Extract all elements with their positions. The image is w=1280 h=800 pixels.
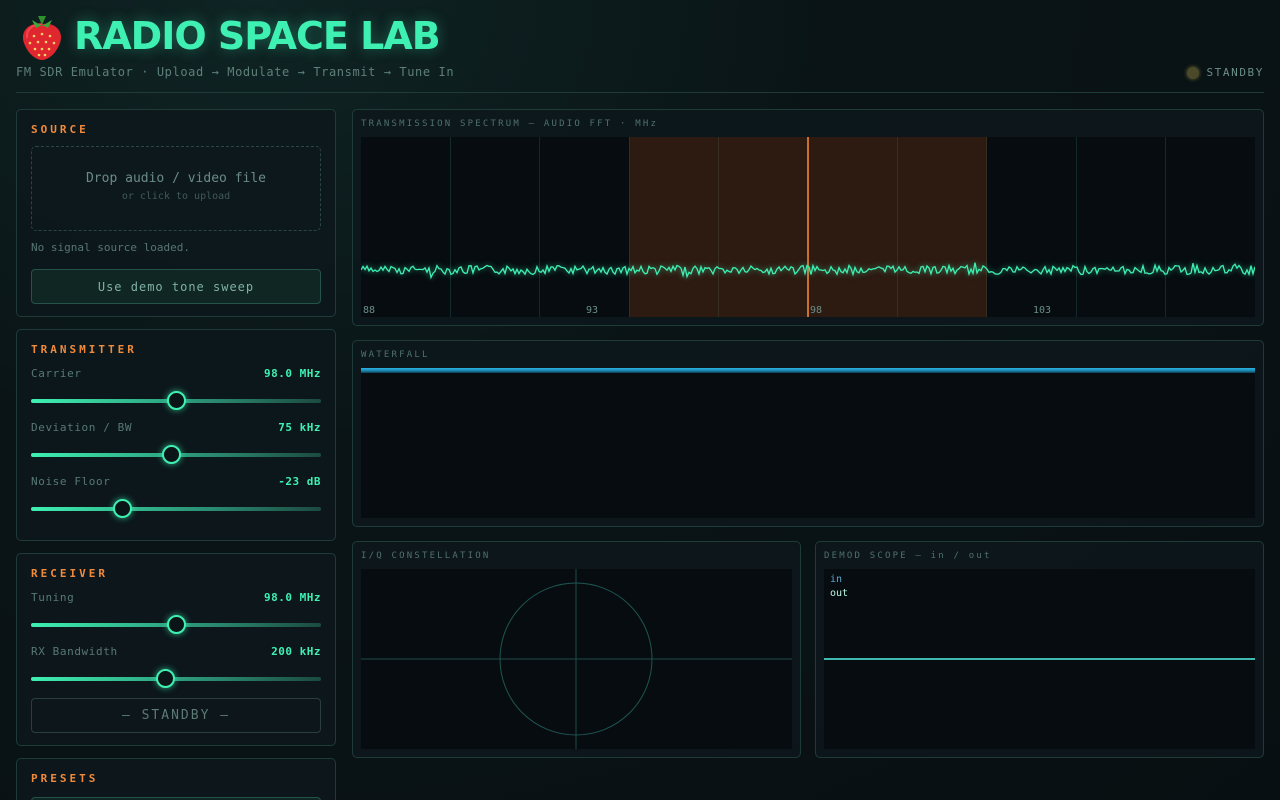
- waterfall-display[interactable]: [361, 368, 1255, 518]
- freq-tick-103: 103: [1033, 305, 1052, 316]
- scope-legend-out: out: [830, 588, 849, 599]
- scope-title: DEMOD SCOPE — in / out: [824, 551, 992, 561]
- scope-legend-in: in: [830, 574, 843, 585]
- deviation-slider[interactable]: [31, 445, 321, 464]
- status-indicator: STANDBY: [1187, 66, 1264, 79]
- waterfall-title: WATERFALL: [361, 350, 430, 360]
- receiver-title: RECEIVER: [31, 567, 108, 580]
- demo-tone-button[interactable]: Use demo tone sweep: [31, 269, 321, 304]
- rx-bandwidth-label: RX Bandwidth: [31, 645, 118, 658]
- rx-bandwidth-slider[interactable]: [31, 669, 321, 688]
- deviation-slider-thumb[interactable]: [162, 445, 182, 464]
- scope-panel: DEMOD SCOPE — in / out in out: [815, 541, 1264, 758]
- dropzone-sub-text: or click to upload: [121, 191, 231, 202]
- scope-trace: [824, 658, 1255, 660]
- constellation-plot: [361, 569, 792, 749]
- constellation-display: [361, 569, 792, 749]
- standby-button[interactable]: — STANDBY —: [31, 698, 321, 733]
- deviation-label: Deviation / BW: [31, 421, 133, 434]
- tuning-slider-thumb[interactable]: [167, 615, 186, 634]
- transmitter-panel: TRANSMITTER Carrier 98.0 MHz Deviation /…: [16, 329, 336, 541]
- source-title: SOURCE: [31, 123, 89, 136]
- freq-tick-88: 88: [363, 305, 376, 316]
- waterfall-current-line: [361, 368, 1255, 373]
- source-status-text: No signal source loaded.: [31, 241, 190, 254]
- noise-floor-slider-thumb[interactable]: [113, 499, 133, 518]
- transmitter-title: TRANSMITTER: [31, 343, 137, 356]
- presets-panel: PRESETS: [16, 758, 336, 800]
- noise-floor-label: Noise Floor: [31, 475, 111, 488]
- receiver-panel: RECEIVER Tuning 98.0 MHz RX Bandwidth 20…: [16, 553, 336, 746]
- freq-tick-98: 98: [810, 305, 823, 316]
- spectrum-title: TRANSMISSION SPECTRUM — AUDIO FFT · MHz: [361, 119, 659, 129]
- app-header: RADIO SPACE LAB FM SDR Emulator · Upload…: [16, 0, 1264, 93]
- noise-floor-slider[interactable]: [31, 499, 321, 518]
- rx-bandwidth-value: 200 kHz: [271, 645, 321, 658]
- status-dot-icon: [1187, 66, 1200, 79]
- presets-title: PRESETS: [31, 772, 99, 785]
- tuning-label: Tuning: [31, 591, 75, 604]
- strawberry-icon: [22, 16, 62, 60]
- app-subtitle: FM SDR Emulator · Upload → Modulate → Tr…: [16, 65, 455, 79]
- spectrum-noise-line: [361, 262, 1255, 280]
- status-text: STANDBY: [1206, 66, 1264, 79]
- noise-floor-value: -23 dB: [278, 475, 321, 488]
- file-dropzone[interactable]: Drop audio / video file or click to uplo…: [31, 146, 321, 231]
- spectrum-trace: [361, 262, 1255, 280]
- scope-display: in out: [824, 569, 1255, 749]
- deviation-value: 75 kHz: [278, 421, 321, 434]
- app-title: RADIO SPACE LAB: [74, 14, 441, 58]
- source-panel: SOURCE Drop audio / video file or click …: [16, 109, 336, 317]
- carrier-slider[interactable]: [31, 391, 321, 410]
- waterfall-panel: WATERFALL: [352, 340, 1264, 527]
- constellation-title: I/Q CONSTELLATION: [361, 551, 491, 561]
- spectrum-display[interactable]: 88 93 98 103: [361, 137, 1255, 317]
- carrier-slider-thumb[interactable]: [167, 391, 186, 410]
- tuning-value: 98.0 MHz: [264, 591, 321, 604]
- freq-tick-93: 93: [586, 305, 599, 316]
- constellation-panel: I/Q CONSTELLATION: [352, 541, 801, 758]
- spectrum-panel: TRANSMISSION SPECTRUM — AUDIO FFT · MHz …: [352, 109, 1264, 326]
- tuning-slider[interactable]: [31, 615, 321, 634]
- rx-bandwidth-slider-thumb[interactable]: [155, 669, 175, 688]
- dropzone-main-text: Drop audio / video file: [85, 171, 266, 186]
- carrier-label: Carrier: [31, 367, 82, 380]
- carrier-value: 98.0 MHz: [264, 367, 321, 380]
